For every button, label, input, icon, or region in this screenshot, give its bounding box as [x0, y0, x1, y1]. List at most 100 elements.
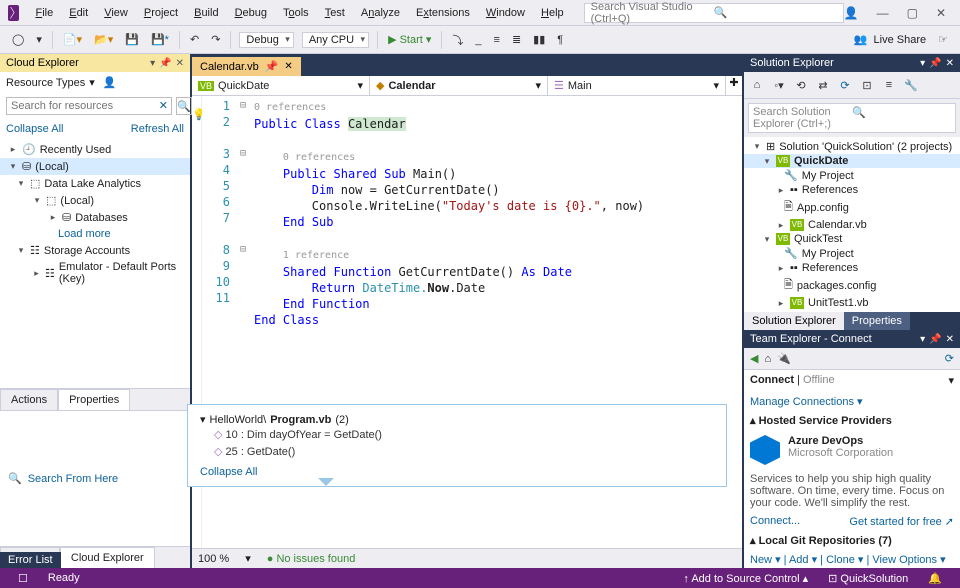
nav-project-combo[interactable]: VBQuickDate▾	[192, 76, 370, 95]
codelens-collapse-all[interactable]: Collapse All	[200, 466, 714, 478]
se-collapse-icon[interactable]: ◦▾	[770, 76, 788, 94]
git-add[interactable]: Add	[789, 554, 809, 566]
te-home-icon[interactable]: ⌂	[764, 353, 771, 365]
project-quickdate[interactable]: ▾VB QuickDate	[744, 154, 960, 168]
te-plug-icon[interactable]: 🔌	[777, 352, 791, 365]
redo-button[interactable]: ↷	[206, 31, 225, 48]
open-button[interactable]: 📂▾	[89, 31, 118, 48]
references-2[interactable]: ▸▪▪ References	[744, 261, 960, 275]
feedback-button[interactable]: ☞	[933, 31, 953, 48]
window-minimize[interactable]: —	[877, 6, 889, 20]
step-button[interactable]: ⤵	[447, 30, 468, 50]
start-button[interactable]: ▶ Start ▾	[383, 31, 436, 48]
menu-build[interactable]: Build	[186, 3, 226, 23]
se-home-icon[interactable]: ⌂	[748, 76, 766, 94]
git-new[interactable]: New	[750, 554, 772, 566]
file-tab-calendar[interactable]: Calendar.vb 📌 ✕	[192, 57, 301, 76]
menu-help[interactable]: Help	[533, 3, 572, 23]
panel-close-icon[interactable]: ✕	[176, 58, 184, 69]
panel-pin-icon[interactable]: 📌	[929, 334, 941, 345]
misc-toolbar-4[interactable]: ▮▮	[528, 31, 550, 48]
manage-connections[interactable]: Manage Connections ▾	[744, 391, 960, 412]
panel-close-icon[interactable]: ✕	[946, 334, 954, 345]
my-project-2[interactable]: 🔧 My Project	[744, 246, 960, 261]
panel-options-icon[interactable]: ▾	[920, 334, 925, 345]
te-refresh-icon[interactable]: ⟳	[945, 352, 954, 365]
menu-tools[interactable]: Tools	[275, 3, 317, 23]
misc-toolbar-2[interactable]: ≡	[489, 32, 505, 48]
localgit-header[interactable]: ▴ Local Git Repositories (7)	[744, 532, 960, 549]
emulator-node[interactable]: ▸☷ Emulator - Default Ports (Key)	[0, 259, 190, 287]
my-project-1[interactable]: 🔧 My Project	[744, 168, 960, 183]
tab-properties[interactable]: Properties	[844, 312, 910, 330]
panel-close-icon[interactable]: ✕	[946, 58, 954, 69]
window-close[interactable]: ✕	[936, 6, 946, 20]
git-clone[interactable]: Clone	[826, 554, 855, 566]
menu-test[interactable]: Test	[317, 3, 353, 23]
status-solution[interactable]: ⊡ QuickSolution	[818, 572, 918, 585]
cloud-explorer-tab[interactable]: Cloud Explorer	[60, 547, 155, 568]
panel-options-icon[interactable]: ▾	[150, 58, 155, 69]
te-connect-header[interactable]: Connect | Offline▾	[744, 370, 960, 391]
load-more-link[interactable]: Load more	[0, 226, 190, 242]
te-getstarted-link[interactable]: Get started for free ➚	[849, 515, 954, 528]
panel-pin-icon[interactable]: 📌	[159, 58, 171, 69]
global-search[interactable]: Search Visual Studio (Ctrl+Q) 🔍	[584, 3, 844, 23]
nav-fwd-button[interactable]: ▾	[31, 31, 47, 48]
cloud-search-input[interactable]	[6, 97, 172, 115]
account-icon[interactable]: 👤	[103, 76, 117, 89]
menu-project[interactable]: Project	[136, 3, 186, 23]
window-restore[interactable]: ▢	[907, 6, 918, 20]
user-icon[interactable]: 👤	[844, 6, 859, 20]
clear-icon[interactable]: ✕	[159, 99, 168, 112]
se-back-icon[interactable]: ⟲	[792, 76, 810, 94]
menu-view[interactable]: View	[96, 3, 136, 23]
solution-node[interactable]: ▾⊞ Solution 'QuickSolution' (2 projects)	[744, 139, 960, 154]
issues-indicator[interactable]: ● No issues found	[267, 553, 356, 565]
notifications-icon[interactable]: 🔔	[918, 572, 952, 585]
menu-debug[interactable]: Debug	[227, 3, 275, 23]
add-source-control[interactable]: ↑ Add to Source Control ▴	[673, 572, 818, 585]
refresh-all-link[interactable]: Refresh All	[131, 123, 184, 135]
panel-pin-icon[interactable]: 📌	[929, 58, 941, 69]
tab-solution-explorer[interactable]: Solution Explorer	[744, 312, 844, 330]
nav-member-combo[interactable]: ☰Main▾	[548, 76, 726, 95]
hosted-header[interactable]: ▴ Hosted Service Providers	[744, 412, 960, 429]
se-props-icon[interactable]: ≡	[880, 76, 898, 94]
se-showall-icon[interactable]: ⊡	[858, 76, 876, 94]
misc-toolbar-3[interactable]: ≣	[507, 31, 526, 48]
nav-class-combo[interactable]: ◆Calendar▾	[370, 76, 548, 95]
se-refresh-icon[interactable]: ⟳	[836, 76, 854, 94]
reference-2[interactable]: ◇ 25 : GetDate()	[200, 443, 714, 460]
unittest1-vb[interactable]: ▸VB UnitTest1.vb	[744, 296, 960, 310]
nav-back-button[interactable]: ◯	[7, 31, 29, 48]
local-node[interactable]: ▾⛁ (Local)	[0, 158, 190, 175]
te-connect-link[interactable]: Connect...	[750, 515, 800, 528]
properties-tab[interactable]: Properties	[58, 389, 130, 410]
databases-node[interactable]: ▸⛁ Databases	[0, 209, 190, 226]
packages-config[interactable]: 🗎 packages.config	[744, 275, 960, 296]
collapse-all-link[interactable]: Collapse All	[6, 123, 63, 135]
storage-node[interactable]: ▾☷ Storage Accounts	[0, 242, 190, 259]
misc-toolbar-5[interactable]: ¶	[552, 32, 568, 48]
chevron-down-icon[interactable]: ▾	[89, 76, 95, 89]
menu-window[interactable]: Window	[478, 3, 533, 23]
actions-tab[interactable]: Actions	[0, 389, 58, 410]
new-project-button[interactable]: 📄▾	[58, 31, 87, 48]
pin-icon[interactable]: 📌	[265, 60, 279, 73]
te-back-icon[interactable]: ◀	[750, 352, 758, 365]
references-1[interactable]: ▸▪▪ References	[744, 183, 960, 197]
appconfig[interactable]: 🗎 App.config	[744, 197, 960, 218]
reference-1[interactable]: ◇ 10 : Dim dayOfYear = GetDate()	[200, 426, 714, 443]
recent-node[interactable]: ▸🕘 Recently Used	[0, 141, 190, 158]
cloud-search-button[interactable]: 🔍	[176, 97, 192, 115]
panel-options-icon[interactable]: ▾	[920, 58, 925, 69]
zoom-combo[interactable]: 100 %	[198, 553, 229, 565]
misc-toolbar-1[interactable]: _	[470, 32, 486, 48]
save-button[interactable]: 💾	[120, 31, 144, 48]
se-sync-icon[interactable]: ⇄	[814, 76, 832, 94]
dla-node[interactable]: ▾⬚ Data Lake Analytics	[0, 175, 190, 192]
config-combo[interactable]: Debug	[239, 32, 293, 48]
project-quicktest[interactable]: ▾VB QuickTest	[744, 232, 960, 246]
menu-file[interactable]: File	[27, 3, 61, 23]
